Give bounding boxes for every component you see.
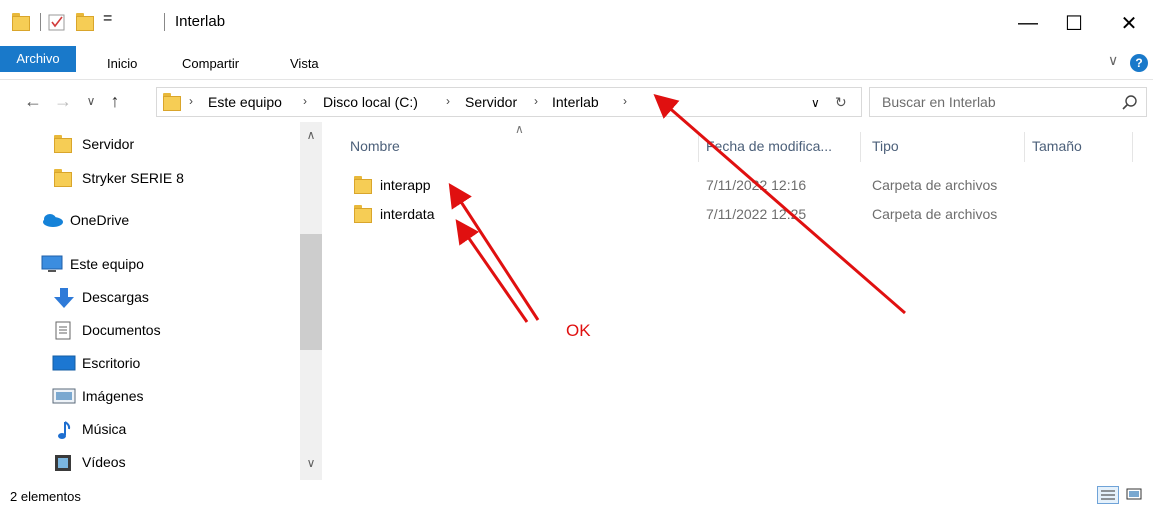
file-name: interdata — [380, 206, 435, 222]
address-dropdown-chevron-icon[interactable]: ∨ — [811, 96, 820, 110]
forward-button[interactable]: → — [52, 90, 74, 112]
column-separator[interactable] — [860, 132, 861, 162]
properties-icon[interactable] — [48, 13, 66, 31]
videos-icon — [52, 452, 74, 472]
nav-item-label: Documentos — [82, 322, 161, 338]
tab-inicio[interactable]: Inicio — [107, 53, 137, 75]
column-separator[interactable] — [1024, 132, 1025, 162]
nav-item-imagenes[interactable]: Imágenes — [0, 381, 300, 411]
column-separator[interactable] — [1132, 132, 1133, 162]
file-date: 7/11/2022 12:16 — [706, 177, 807, 193]
nav-item-label: Escritorio — [82, 355, 141, 371]
search-input[interactable]: Buscar en Interlab — [882, 94, 996, 110]
help-icon[interactable]: ? — [1130, 54, 1148, 72]
documents-icon — [52, 320, 74, 340]
nav-item-label: Servidor — [82, 136, 135, 152]
nav-item-label: Este equipo — [70, 256, 144, 272]
new-folder-icon[interactable] — [76, 13, 94, 31]
nav-item-onedrive[interactable]: OneDrive — [0, 205, 300, 235]
file-type: Carpeta de archivos — [872, 177, 998, 193]
onedrive-icon — [40, 210, 63, 230]
music-icon — [52, 419, 74, 439]
column-header-tamano[interactable]: Tamaño — [1032, 138, 1082, 154]
address-row: ← → ∨ ↑ › Este equipo › Disco local (C:)… — [0, 80, 1153, 122]
nav-item-label: Stryker SERIE 8 — [82, 170, 184, 186]
search-icon[interactable] — [1120, 93, 1140, 113]
nav-scrollbar-thumb[interactable] — [300, 234, 322, 350]
separator — [164, 13, 165, 31]
nav-item-musica[interactable]: Música — [0, 414, 300, 444]
folder-icon — [40, 134, 72, 154]
refresh-icon[interactable]: ↻ — [835, 94, 847, 111]
table-row[interactable]: interapp 7/11/2022 12:16 Carpeta de arch… — [350, 172, 1150, 198]
search-box[interactable]: Buscar en Interlab — [869, 87, 1147, 117]
expand-ribbon-chevron-icon[interactable]: ∨ — [1108, 52, 1118, 69]
annotation-ok-label: OK — [566, 321, 591, 340]
nav-item-escritorio[interactable]: Escritorio — [0, 348, 300, 378]
scroll-down-arrow-icon[interactable]: ∨ — [300, 456, 322, 470]
breadcrumb-interlab[interactable]: Interlab — [552, 94, 599, 110]
details-view-icon[interactable] — [1097, 486, 1119, 504]
nav-item-servidor[interactable]: Servidor — [0, 129, 300, 159]
up-button[interactable]: ↑ — [104, 90, 126, 112]
ribbon: Archivo Inicio Compartir Vista ∨ ? — [0, 46, 1153, 80]
table-row[interactable]: interdata 7/11/2022 12:25 Carpeta de arc… — [350, 201, 1150, 227]
folder-icon — [163, 93, 181, 111]
close-button[interactable]: ✕ — [1106, 0, 1152, 46]
scroll-up-arrow-icon[interactable]: ∧ — [300, 128, 322, 142]
file-list: ∧ Nombre Fecha de modifica... Tipo Tamañ… — [330, 122, 1153, 480]
download-icon — [52, 287, 74, 308]
nav-item-stryker-serie-8[interactable]: Stryker SERIE 8 — [0, 163, 300, 193]
maximize-button[interactable]: ☐ — [1051, 0, 1097, 46]
breadcrumb-este-equipo[interactable]: Este equipo — [208, 94, 282, 110]
tab-compartir[interactable]: Compartir — [182, 53, 239, 75]
title-bar: = Interlab — ☐ ✕ — [0, 0, 1153, 46]
nav-item-label: Música — [82, 421, 127, 437]
minimize-button[interactable]: — — [1005, 0, 1051, 46]
nav-item-videos[interactable]: Vídeos — [0, 447, 300, 477]
nav-item-label: Descargas — [82, 289, 149, 305]
window-title: Interlab — [175, 13, 226, 30]
folder-icon — [12, 13, 30, 31]
breadcrumb-separator: › — [446, 94, 450, 108]
address-bar[interactable]: › Este equipo › Disco local (C:) › Servi… — [156, 87, 862, 117]
nav-item-label: OneDrive — [70, 212, 130, 228]
nav-item-descargas[interactable]: Descargas — [0, 282, 300, 312]
item-count: 2 elementos — [10, 489, 81, 504]
status-bar: 2 elementos — [0, 480, 1153, 510]
nav-item-documentos[interactable]: Documentos — [0, 315, 300, 345]
pictures-icon — [52, 386, 76, 406]
breadcrumb-separator: › — [303, 94, 307, 108]
tab-vista[interactable]: Vista — [290, 53, 319, 75]
file-type: Carpeta de archivos — [872, 206, 998, 222]
nav-item-este-equipo[interactable]: Este equipo — [0, 249, 300, 279]
folder-icon — [354, 176, 372, 194]
file-date: 7/11/2022 12:25 — [706, 206, 807, 222]
folder-icon — [354, 205, 372, 223]
column-header-tipo[interactable]: Tipo — [872, 138, 899, 154]
folder-icon — [40, 168, 72, 188]
back-button[interactable]: ← — [22, 90, 44, 112]
desktop-icon — [52, 353, 76, 373]
breadcrumb-separator: › — [623, 94, 627, 108]
breadcrumb-servidor[interactable]: Servidor — [465, 94, 517, 110]
tab-archivo[interactable]: Archivo — [0, 46, 76, 72]
column-header-fecha[interactable]: Fecha de modifica... — [706, 138, 832, 154]
navigation-pane: Servidor Stryker SERIE 8 OneDrive Este e… — [0, 122, 322, 480]
sort-ascending-icon: ∧ — [515, 122, 524, 136]
computer-icon — [40, 254, 63, 274]
nav-item-label: Vídeos — [82, 454, 126, 470]
nav-item-label: Imágenes — [82, 388, 144, 404]
breadcrumb-separator: › — [189, 94, 193, 108]
large-icons-view-icon[interactable] — [1124, 486, 1146, 504]
file-name: interapp — [380, 177, 431, 193]
recent-locations-chevron-icon[interactable]: ∨ — [80, 90, 102, 112]
quick-access-dropdown[interactable]: = — [103, 10, 112, 28]
breadcrumb-disco-local[interactable]: Disco local (C:) — [323, 94, 418, 110]
separator — [40, 13, 41, 31]
breadcrumb-separator: › — [534, 94, 538, 108]
column-header-nombre[interactable]: Nombre — [350, 138, 400, 154]
column-separator[interactable] — [698, 132, 699, 162]
